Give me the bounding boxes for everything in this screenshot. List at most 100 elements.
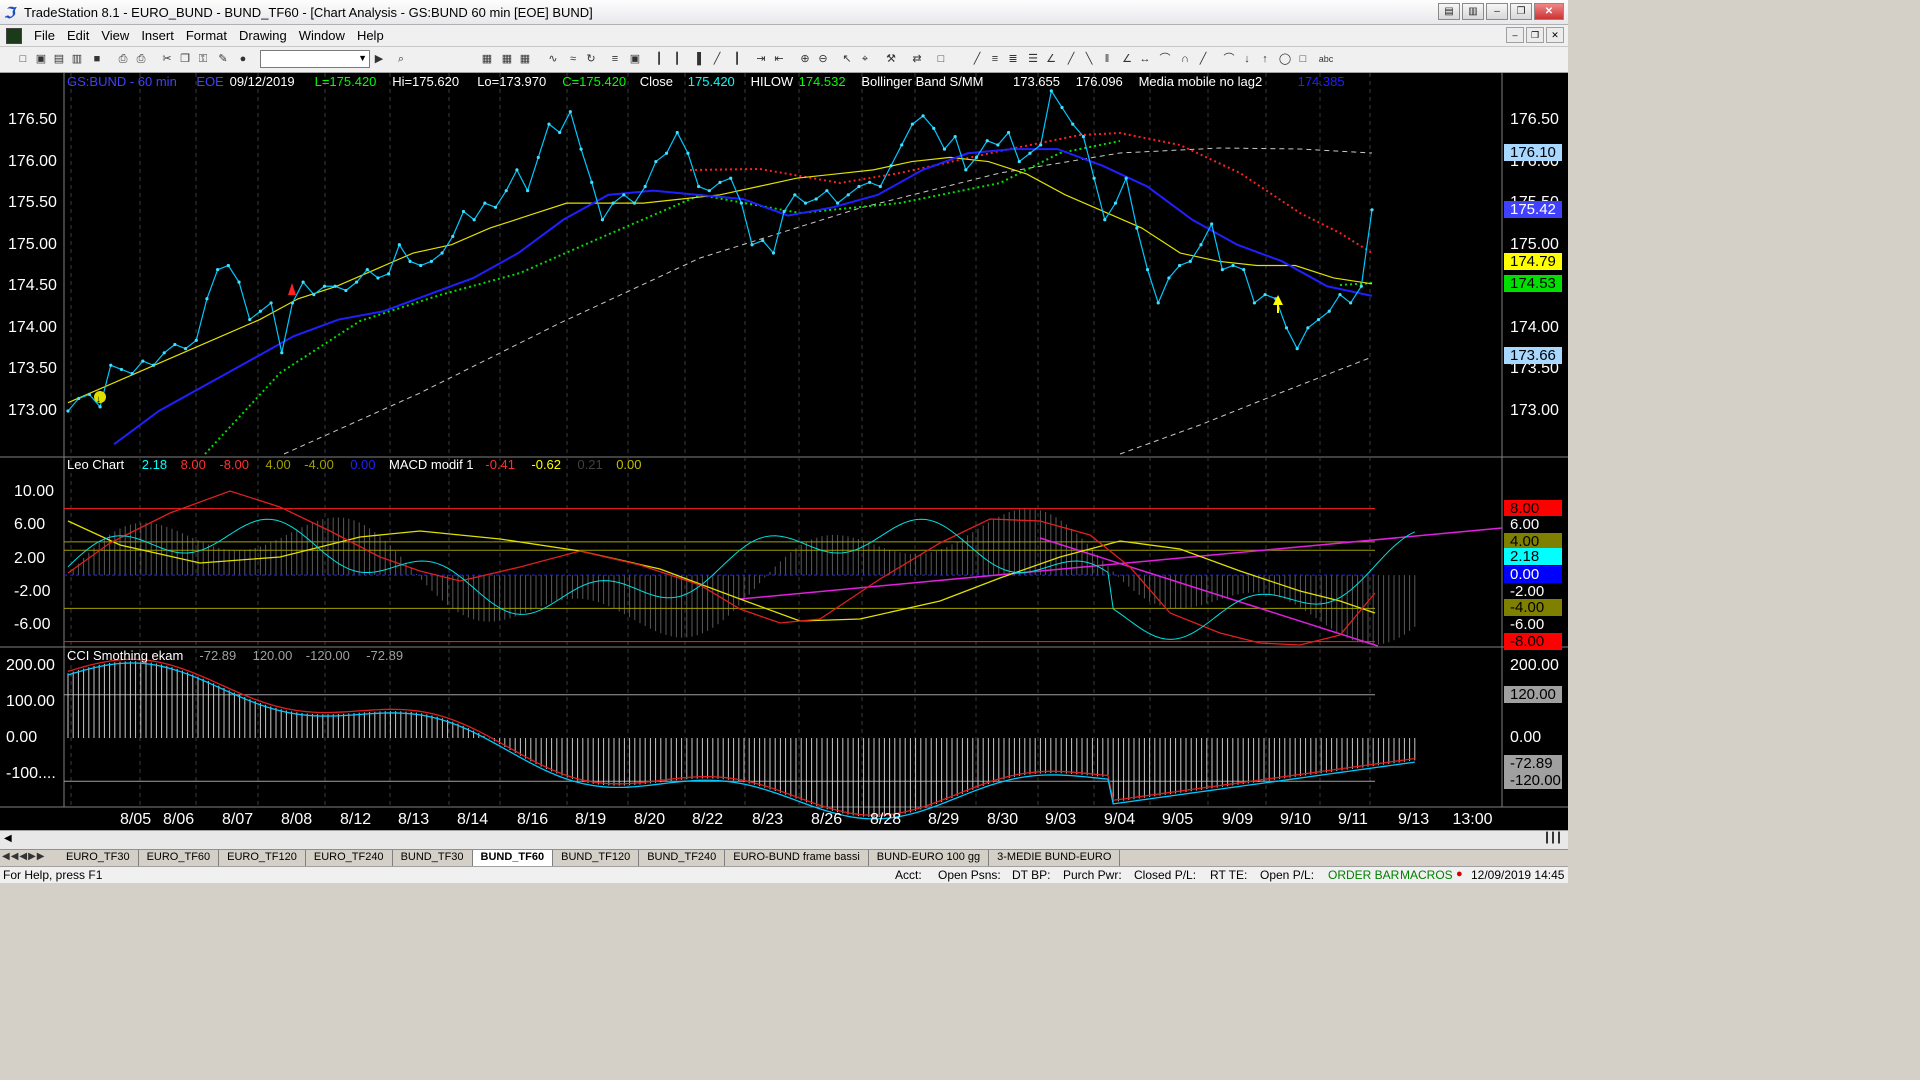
bar-icon[interactable]: ┃	[652, 52, 666, 66]
tab-bund-tf60[interactable]: BUND_TF60	[472, 850, 554, 866]
price-point	[194, 338, 198, 342]
price-point	[226, 263, 230, 268]
speed-lines-icon[interactable]: ╲	[1082, 52, 1096, 66]
chevron-down-icon[interactable]: ▼	[358, 53, 367, 63]
scroll-right-arrow-icon[interactable]: ┃┃┃	[1544, 833, 1562, 844]
color-icon[interactable]: ●	[236, 52, 250, 66]
arc-icon[interactable]: ⌒	[1158, 52, 1172, 66]
close-button[interactable]: ✕	[1534, 3, 1564, 20]
hline-icon[interactable]: ≡	[988, 52, 1002, 66]
horizontal-scrollbar[interactable]: ◀ ┃┃┃	[0, 830, 1568, 849]
hilo-icon[interactable]: ┃	[730, 52, 744, 66]
menu-item-help[interactable]: Help	[351, 28, 390, 43]
freehand-icon[interactable]: ╱	[1196, 52, 1210, 66]
menu-item-edit[interactable]: Edit	[61, 28, 95, 43]
menu-item-view[interactable]: View	[95, 28, 135, 43]
cycle-icon[interactable]: ∩	[1178, 52, 1192, 66]
tab-bund-tf120[interactable]: BUND_TF120	[553, 850, 640, 866]
lock-icon[interactable]: ⚿	[196, 52, 210, 66]
arc-tool-icon[interactable]: ⌒	[1222, 52, 1236, 66]
go-arrow-icon[interactable]: ▶	[372, 52, 386, 66]
print-icon[interactable]: ⎙	[116, 52, 130, 66]
cci-header-item: -72.89	[366, 648, 404, 663]
down-arrow-icon[interactable]: ↓	[1240, 52, 1254, 66]
ellipse-icon[interactable]: ◯	[1278, 52, 1292, 66]
up-arrow-icon[interactable]: ↑	[1258, 52, 1272, 66]
macd-badge: 2.18	[1504, 548, 1562, 565]
refresh-icon[interactable]: ↻	[584, 52, 598, 66]
menu-item-file[interactable]: File	[28, 28, 61, 43]
analysis-icon[interactable]: ▣	[628, 52, 642, 66]
candle-icon[interactable]: ┃	[670, 52, 684, 66]
format-window-icon[interactable]: ▦	[500, 52, 514, 66]
scroll-right-icon[interactable]: ⇥	[754, 52, 768, 66]
indicator-icon[interactable]: ≈	[566, 52, 580, 66]
price-point	[825, 189, 829, 193]
tab-bund-tf240[interactable]: BUND_TF240	[639, 850, 726, 866]
tab-euro-tf30[interactable]: EURO_TF30	[58, 850, 139, 866]
channel-icon[interactable]: ≣	[1006, 52, 1020, 66]
child-close-button[interactable]: ✕	[1546, 27, 1564, 43]
grid-icon[interactable]: ▦	[518, 52, 532, 66]
andrews-icon[interactable]: ╱	[1064, 52, 1078, 66]
new-icon[interactable]: □	[16, 52, 30, 66]
save-icon[interactable]: ■	[90, 52, 104, 66]
scroll-left-arrow-icon[interactable]: ◀	[4, 833, 12, 844]
strategy-icon[interactable]: ≡	[608, 52, 622, 66]
menu-item-format[interactable]: Format	[180, 28, 233, 43]
tab-euro-tf240[interactable]: EURO_TF240	[305, 850, 393, 866]
angle-icon[interactable]: ∠	[1120, 52, 1134, 66]
trendline-icon[interactable]: ╱	[970, 52, 984, 66]
tab-3-medie-bund-euro[interactable]: 3-MEDIE BUND-EURO	[989, 850, 1121, 866]
menu-item-insert[interactable]: Insert	[135, 28, 180, 43]
menu-item-window[interactable]: Window	[293, 28, 351, 43]
volume-icon[interactable]: ▐	[690, 52, 704, 66]
child-restore-button[interactable]: ❐	[1526, 27, 1544, 43]
copy-icon[interactable]: ❐	[178, 52, 192, 66]
chart-window-icon[interactable]	[6, 28, 22, 44]
tile-icon[interactable]: ▤	[1438, 3, 1460, 20]
rectangle-icon[interactable]: □	[1296, 52, 1310, 66]
tools-icon[interactable]: ⚒	[884, 52, 898, 66]
zoom-in-icon[interactable]: ⊕	[798, 52, 812, 66]
fibonacci-icon[interactable]: ☰	[1026, 52, 1040, 66]
pointer-icon[interactable]: ↖	[840, 52, 854, 66]
open-icon[interactable]: ▣	[34, 52, 48, 66]
menu-item-drawing[interactable]: Drawing	[233, 28, 293, 43]
tab-euro-tf120[interactable]: EURO_TF120	[219, 850, 306, 866]
tab-euro-tf60[interactable]: EURO_TF60	[138, 850, 220, 866]
line-chart-icon[interactable]: ╱	[710, 52, 724, 66]
new-workspace-icon[interactable]: ▥	[70, 52, 84, 66]
order-bar-label[interactable]: ORDER BAR	[1328, 868, 1399, 882]
cascade-icon[interactable]: ▥	[1462, 3, 1484, 20]
clear-icon[interactable]: □	[934, 52, 948, 66]
pencil-icon[interactable]: ✎	[216, 52, 230, 66]
zoom-out-icon[interactable]: ⊖	[816, 52, 830, 66]
open-workspace-icon[interactable]: ▤	[52, 52, 66, 66]
restore-button[interactable]: ❐	[1510, 3, 1532, 20]
format-icon[interactable]: ▦	[480, 52, 494, 66]
order-icon[interactable]: ⇄	[910, 52, 924, 66]
chart-canvas[interactable]: ↓	[0, 73, 1568, 830]
child-minimize-button[interactable]: –	[1506, 27, 1524, 43]
lookup-icon[interactable]: ⌕	[394, 52, 408, 66]
gann-icon[interactable]: ∠	[1044, 52, 1058, 66]
minimize-button[interactable]: –	[1486, 3, 1508, 20]
ray-icon[interactable]: ↔	[1138, 52, 1152, 66]
data-window-icon[interactable]: ⌖	[858, 52, 872, 66]
cut-icon[interactable]: ✂	[160, 52, 174, 66]
scroll-left-icon[interactable]: ⇤	[772, 52, 786, 66]
print-preview-icon[interactable]: ⎙	[134, 52, 148, 66]
regression-icon[interactable]: ‖	[1100, 52, 1114, 66]
x-axis-tick: 8/19	[575, 811, 607, 828]
text-icon[interactable]: abc	[1316, 52, 1336, 66]
chart-icon[interactable]: ∿	[546, 52, 560, 66]
symbol-combo[interactable]: ▼	[260, 50, 370, 68]
chart-analysis-window[interactable]: ↓ 176.50176.50176.00176.00175.50175.5017…	[0, 73, 1568, 830]
tab-bund-tf30[interactable]: BUND_TF30	[392, 850, 473, 866]
macros-label[interactable]: MACROS	[1400, 868, 1453, 882]
tab-euro-bund-frame-bassi[interactable]: EURO-BUND frame bassi	[725, 850, 869, 866]
tab-bund-euro-100-gg[interactable]: BUND-EURO 100 gg	[868, 850, 990, 866]
tab-nav-arrows[interactable]: ◀◀◀▶▶	[2, 851, 45, 862]
price-header-item: C=175.420	[562, 74, 627, 89]
